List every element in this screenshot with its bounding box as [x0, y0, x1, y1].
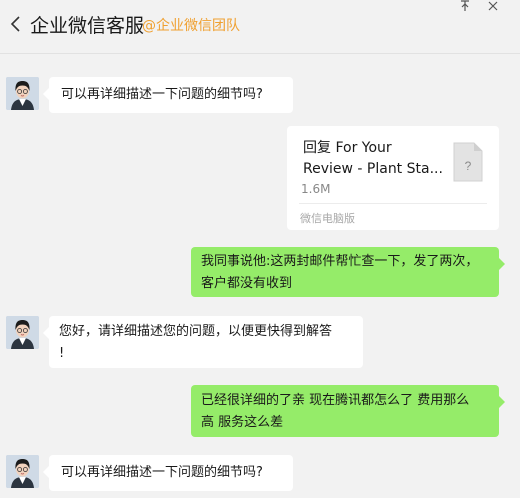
message-text-line: !	[59, 346, 65, 361]
message-bubble-user[interactable]: 我同事说他:这两封邮件帮忙查一下，发了两次， 客户都没有收到	[191, 247, 505, 297]
file-size: 1.6M	[301, 182, 331, 196]
message-text-line: 您好，请详细描述您的问题，以便更快得到解答	[59, 324, 333, 339]
agent-avatar-icon	[6, 455, 39, 488]
unknown-file-icon: ?	[453, 142, 483, 182]
agent-avatar-icon	[6, 316, 39, 349]
chat-title: 企业微信客服	[30, 15, 145, 37]
file-source: 微信电脑版	[300, 212, 355, 225]
pin-icon[interactable]	[458, 0, 472, 12]
org-tag[interactable]: @企业微信团队	[142, 15, 240, 35]
message-bubble-agent[interactable]: 可以再详细描述一下问题的细节吗?	[43, 77, 293, 113]
message-text: 可以再详细描述一下问题的细节吗?	[61, 87, 263, 102]
message-text: 可以再详细描述一下问题的细节吗?	[61, 465, 263, 480]
back-arrow-icon[interactable]	[8, 12, 24, 36]
file-name: 回复 For Your Review - Plant Sta...	[303, 140, 443, 177]
file-message-card[interactable]: 回复 For Your Review - Plant Sta... ? 1.6M…	[287, 126, 499, 230]
message-text-line: 已经很详细的了亲 现在腾讯都怎么了 费用那么	[201, 393, 470, 408]
message-text-line: 我同事说他:这两封邮件帮忙查一下，发了两次，	[201, 254, 479, 269]
message-bubble-user[interactable]: 已经很详细的了亲 现在腾讯都怎么了 费用那么 高 服务这么差	[191, 385, 505, 437]
agent-avatar-icon	[6, 77, 39, 110]
agent-avatar[interactable]	[6, 77, 39, 110]
chat-header: 企业微信客服 @企业微信团队	[0, 0, 520, 54]
agent-avatar[interactable]	[6, 316, 39, 349]
svg-text:?: ?	[465, 159, 472, 173]
message-bubble-agent[interactable]: 您好，请详细描述您的问题，以便更快得到解答 !	[43, 316, 363, 368]
message-text-line: 高 服务这么差	[201, 415, 284, 430]
close-icon[interactable]	[487, 0, 499, 12]
divider	[299, 203, 487, 204]
message-bubble-agent[interactable]: 可以再详细描述一下问题的细节吗?	[43, 455, 293, 491]
message-text-line: 客户都没有收到	[201, 276, 293, 291]
agent-avatar[interactable]	[6, 455, 39, 488]
